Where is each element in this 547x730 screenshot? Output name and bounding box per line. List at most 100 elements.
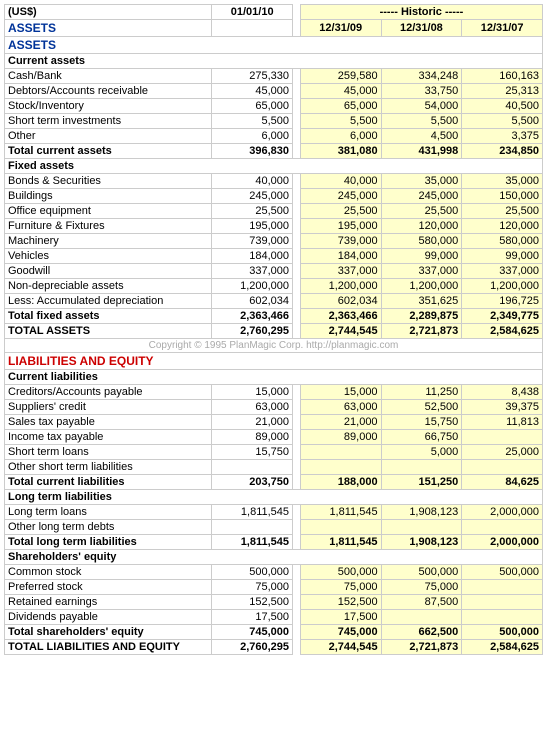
- table-row: Short term investments5,5005,5005,5005,5…: [5, 114, 543, 129]
- h3-value: [462, 580, 543, 595]
- h3-value: 40,500: [462, 99, 543, 114]
- table-row: Other long term debts: [5, 520, 543, 535]
- table-row: Total fixed assets2,363,4662,363,4662,28…: [5, 309, 543, 324]
- row-label: Vehicles: [5, 249, 212, 264]
- row-label: TOTAL ASSETS: [5, 324, 212, 339]
- h3-value: 39,375: [462, 400, 543, 415]
- h3-value: 25,000: [462, 445, 543, 460]
- page-container: (US$) 01/01/10 ----- Historic ----- ASSE…: [0, 0, 547, 659]
- table-row: Creditors/Accounts payable15,00015,00011…: [5, 385, 543, 400]
- section-header-row: LIABILITIES AND EQUITY: [5, 353, 543, 370]
- row-label: Furniture & Fixtures: [5, 219, 212, 234]
- h3-value: 84,625: [462, 475, 543, 490]
- h2-value: 52,500: [381, 400, 462, 415]
- current-value: 1,811,545: [212, 535, 293, 550]
- spacer: [293, 189, 301, 204]
- current-value: 25,500: [212, 204, 293, 219]
- table-row: Suppliers' credit63,00063,00052,50039,37…: [5, 400, 543, 415]
- current-value: 15,000: [212, 385, 293, 400]
- h1-value: 195,000: [300, 219, 381, 234]
- table-row: Total current assets396,830381,080431,99…: [5, 144, 543, 159]
- h1-value: 602,034: [300, 294, 381, 309]
- h2-date: 12/31/08: [381, 20, 462, 37]
- spacer: [293, 460, 301, 475]
- spacer: [293, 505, 301, 520]
- current-value: 75,000: [212, 580, 293, 595]
- section-header-label: LIABILITIES AND EQUITY: [5, 353, 543, 370]
- spacer: [293, 580, 301, 595]
- row-label: Preferred stock: [5, 580, 212, 595]
- h2-value: [381, 460, 462, 475]
- row-label: Income tax payable: [5, 430, 212, 445]
- row-label: Creditors/Accounts payable: [5, 385, 212, 400]
- row-label: Total shareholders' equity: [5, 625, 212, 640]
- h1-value: 745,000: [300, 625, 381, 640]
- h1-value: 65,000: [300, 99, 381, 114]
- row-label: Other: [5, 129, 212, 144]
- h1-value: [300, 520, 381, 535]
- h2-value: 1,908,123: [381, 535, 462, 550]
- table-row: Goodwill337,000337,000337,000337,000: [5, 264, 543, 279]
- h1-value: 21,000: [300, 415, 381, 430]
- current-value: 245,000: [212, 189, 293, 204]
- h3-value: [462, 460, 543, 475]
- header-row-top: (US$) 01/01/10 ----- Historic -----: [5, 5, 543, 20]
- h2-value: 1,200,000: [381, 279, 462, 294]
- h3-value: 196,725: [462, 294, 543, 309]
- h2-value: 5,000: [381, 445, 462, 460]
- col-current-label: [212, 20, 293, 37]
- row-label: Less: Accumulated depreciation: [5, 294, 212, 309]
- h1-value: 2,363,466: [300, 309, 381, 324]
- table-row: Debtors/Accounts receivable45,00045,0003…: [5, 84, 543, 99]
- h3-value: 35,000: [462, 174, 543, 189]
- h3-value: 25,500: [462, 204, 543, 219]
- h1-value: 2,744,545: [300, 324, 381, 339]
- h3-value: 5,500: [462, 114, 543, 129]
- section-header-row: Fixed assets: [5, 159, 543, 174]
- current-value: 21,000: [212, 415, 293, 430]
- table-row: Sales tax payable21,00021,00015,75011,81…: [5, 415, 543, 430]
- spacer: [293, 114, 301, 129]
- section-header-label: Fixed assets: [5, 159, 543, 174]
- table-body: ASSETSCurrent assetsCash/Bank275,330259,…: [5, 37, 543, 655]
- current-value: 203,750: [212, 475, 293, 490]
- current-value: 40,000: [212, 174, 293, 189]
- h2-value: 1,908,123: [381, 505, 462, 520]
- table-row: Machinery739,000739,000580,000580,000: [5, 234, 543, 249]
- current-value: 1,200,000: [212, 279, 293, 294]
- spacer: [293, 385, 301, 400]
- spacer: [293, 565, 301, 580]
- spacer-col: [293, 5, 301, 20]
- table-row: TOTAL ASSETS2,760,2952,744,5452,721,8732…: [5, 324, 543, 339]
- row-label: Cash/Bank: [5, 69, 212, 84]
- spacer: [293, 324, 301, 339]
- current-value: 5,500: [212, 114, 293, 129]
- h3-value: 2,349,775: [462, 309, 543, 324]
- h1-value: 245,000: [300, 189, 381, 204]
- current-value: 152,500: [212, 595, 293, 610]
- h1-value: 5,500: [300, 114, 381, 129]
- section-header-row: Shareholders' equity: [5, 550, 543, 565]
- row-label: Sales tax payable: [5, 415, 212, 430]
- h1-value: 15,000: [300, 385, 381, 400]
- h1-value: 75,000: [300, 580, 381, 595]
- spacer: [293, 475, 301, 490]
- row-label: Office equipment: [5, 204, 212, 219]
- h2-value: 334,248: [381, 69, 462, 84]
- current-value: 184,000: [212, 249, 293, 264]
- row-label: Retained earnings: [5, 595, 212, 610]
- table-row: Stock/Inventory65,00065,00054,00040,500: [5, 99, 543, 114]
- h2-value: 87,500: [381, 595, 462, 610]
- h1-value: 89,000: [300, 430, 381, 445]
- spacer: [293, 610, 301, 625]
- h1-value: 17,500: [300, 610, 381, 625]
- table-row: Preferred stock75,00075,00075,000: [5, 580, 543, 595]
- row-label: Debtors/Accounts receivable: [5, 84, 212, 99]
- h2-value: 5,500: [381, 114, 462, 129]
- h1-value: 739,000: [300, 234, 381, 249]
- section-header-row: Current liabilities: [5, 370, 543, 385]
- h3-value: 120,000: [462, 219, 543, 234]
- spacer: [293, 520, 301, 535]
- current-value: 500,000: [212, 565, 293, 580]
- spacer: [293, 144, 301, 159]
